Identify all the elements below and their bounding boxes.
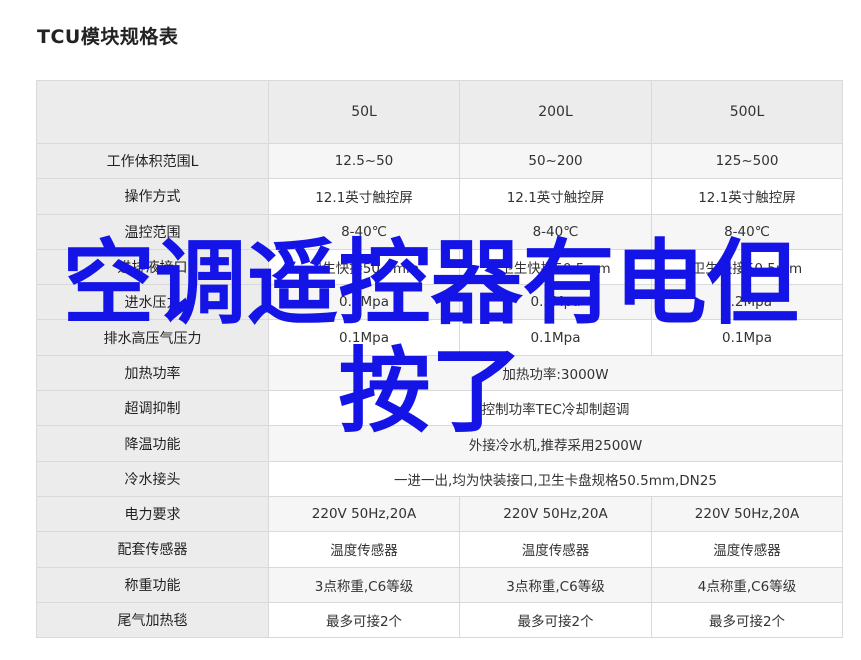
- row-value-cell: 12.1英寸触控屏: [268, 178, 460, 215]
- table-row: 工作体积范围L 12.5~50 50~200 125~500: [36, 142, 843, 180]
- row-value-cell: 最多可接2个: [268, 601, 460, 639]
- row-label: 配套传感器: [36, 531, 269, 568]
- table-row: 尾气加热毯 最多可接2个 最多可接2个 最多可接2个: [36, 601, 843, 639]
- row-label: 降温功能: [36, 425, 269, 462]
- row-value-cell: 0.1Mpa: [651, 319, 843, 356]
- row-value-cell: 0.1Mpa: [268, 319, 460, 356]
- row-label: 进排液接口: [36, 248, 269, 286]
- header-corner-cell: [36, 80, 269, 144]
- row-value-cell: 50~200: [459, 142, 652, 180]
- row-merged-value: 控制功率TEC冷却制超调: [268, 390, 843, 427]
- row-label: 工作体积范围L: [36, 142, 269, 180]
- spec-table: 50L 200L 500L 工作体积范围L 12.5~50 50~200 125~50…: [36, 80, 843, 639]
- table-row: 温控范围 8-40℃ 8-40℃ 8-40℃: [36, 213, 843, 250]
- table-row: 电力要求 220V 50Hz,20A 220V 50Hz,20A 220V 50Hz,…: [36, 495, 843, 533]
- row-label: 称重功能: [36, 566, 269, 603]
- row-value-cell: 0.1Mpa: [459, 319, 652, 356]
- row-value-cell: 最多可接2个: [459, 601, 652, 639]
- table-row: 操作方式 12.1英寸触控屏 12.1英寸触控屏 12.1英寸触控屏: [36, 178, 843, 215]
- page-title: TCU模块规格表: [37, 26, 179, 48]
- row-value-cell: 3点称重,C6等级: [268, 566, 460, 603]
- row-value-cell: 3点称重,C6等级: [459, 566, 652, 603]
- row-value-cell: 125~500: [651, 142, 843, 180]
- row-value-cell: 0.2Mpa: [268, 284, 460, 321]
- table-header-row: 50L 200L 500L: [36, 80, 843, 144]
- row-value-cell: 最多可接2个: [651, 601, 843, 639]
- row-value-cell: 卫生快接50.5mm: [651, 248, 843, 286]
- table-row: 冷水接头 一进一出,均为快装接口,卫生卡盘规格50.5mm,DN25: [36, 460, 843, 497]
- row-value-cell: 卫生快接50.5mm: [268, 248, 460, 286]
- table-row: 降温功能 外接冷水机,推荐采用2500W: [36, 425, 843, 462]
- column-header-500l: 500L: [651, 80, 843, 144]
- row-label: 冷水接头: [36, 460, 269, 497]
- table-row: 进排液接口 卫生快接50.5mm 卫生快接50.5mm 卫生快接50.5mm: [36, 248, 843, 286]
- table-row: 进水压力 0.2Mpa 0.2Mpa 0.2Mpa: [36, 284, 843, 321]
- row-value-cell: 8-40℃: [268, 213, 460, 250]
- row-label: 尾气加热毯: [36, 601, 269, 639]
- row-value-cell: 8-40℃: [651, 213, 843, 250]
- row-value-cell: 0.2Mpa: [459, 284, 652, 321]
- row-value-cell: 0.2Mpa: [651, 284, 843, 321]
- row-value-cell: 温度传感器: [268, 531, 460, 568]
- row-merged-value: 外接冷水机,推荐采用2500W: [268, 425, 843, 462]
- row-value-cell: 卫生快接50.5mm: [459, 248, 652, 286]
- row-value-cell: 220V 50Hz,20A: [651, 495, 843, 533]
- row-label: 加热功率: [36, 354, 269, 392]
- row-label: 进水压力: [36, 284, 269, 321]
- row-value-cell: 12.5~50: [268, 142, 460, 180]
- column-header-50l: 50L: [268, 80, 460, 144]
- column-header-200l: 200L: [459, 80, 652, 144]
- row-value-cell: 温度传感器: [459, 531, 652, 568]
- row-label: 电力要求: [36, 495, 269, 533]
- row-label: 操作方式: [36, 178, 269, 215]
- row-label: 排水高压气压力: [36, 319, 269, 356]
- row-value-cell: 温度传感器: [651, 531, 843, 568]
- row-label: 温控范围: [36, 213, 269, 250]
- table-body: 工作体积范围L 12.5~50 50~200 125~500 操作方式 12.1英寸触控屏…: [36, 142, 843, 639]
- row-value-cell: 220V 50Hz,20A: [268, 495, 460, 533]
- table-row: 称重功能 3点称重,C6等级 3点称重,C6等级 4点称重,C6等级: [36, 566, 843, 603]
- row-value-cell: 12.1英寸触控屏: [651, 178, 843, 215]
- table-row: 排水高压气压力 0.1Mpa 0.1Mpa 0.1Mpa: [36, 319, 843, 356]
- row-label: 超调抑制: [36, 390, 269, 427]
- row-value-cell: 12.1英寸触控屏: [459, 178, 652, 215]
- row-value-cell: 220V 50Hz,20A: [459, 495, 652, 533]
- table-row: 超调抑制 控制功率TEC冷却制超调: [36, 390, 843, 427]
- row-merged-value: 一进一出,均为快装接口,卫生卡盘规格50.5mm,DN25: [268, 460, 843, 497]
- row-value-cell: 4点称重,C6等级: [651, 566, 843, 603]
- table-row: 加热功率 加热功率:3000W: [36, 354, 843, 392]
- row-merged-value: 加热功率:3000W: [268, 354, 843, 392]
- table-row: 配套传感器 温度传感器 温度传感器 温度传感器: [36, 531, 843, 568]
- row-value-cell: 8-40℃: [459, 213, 652, 250]
